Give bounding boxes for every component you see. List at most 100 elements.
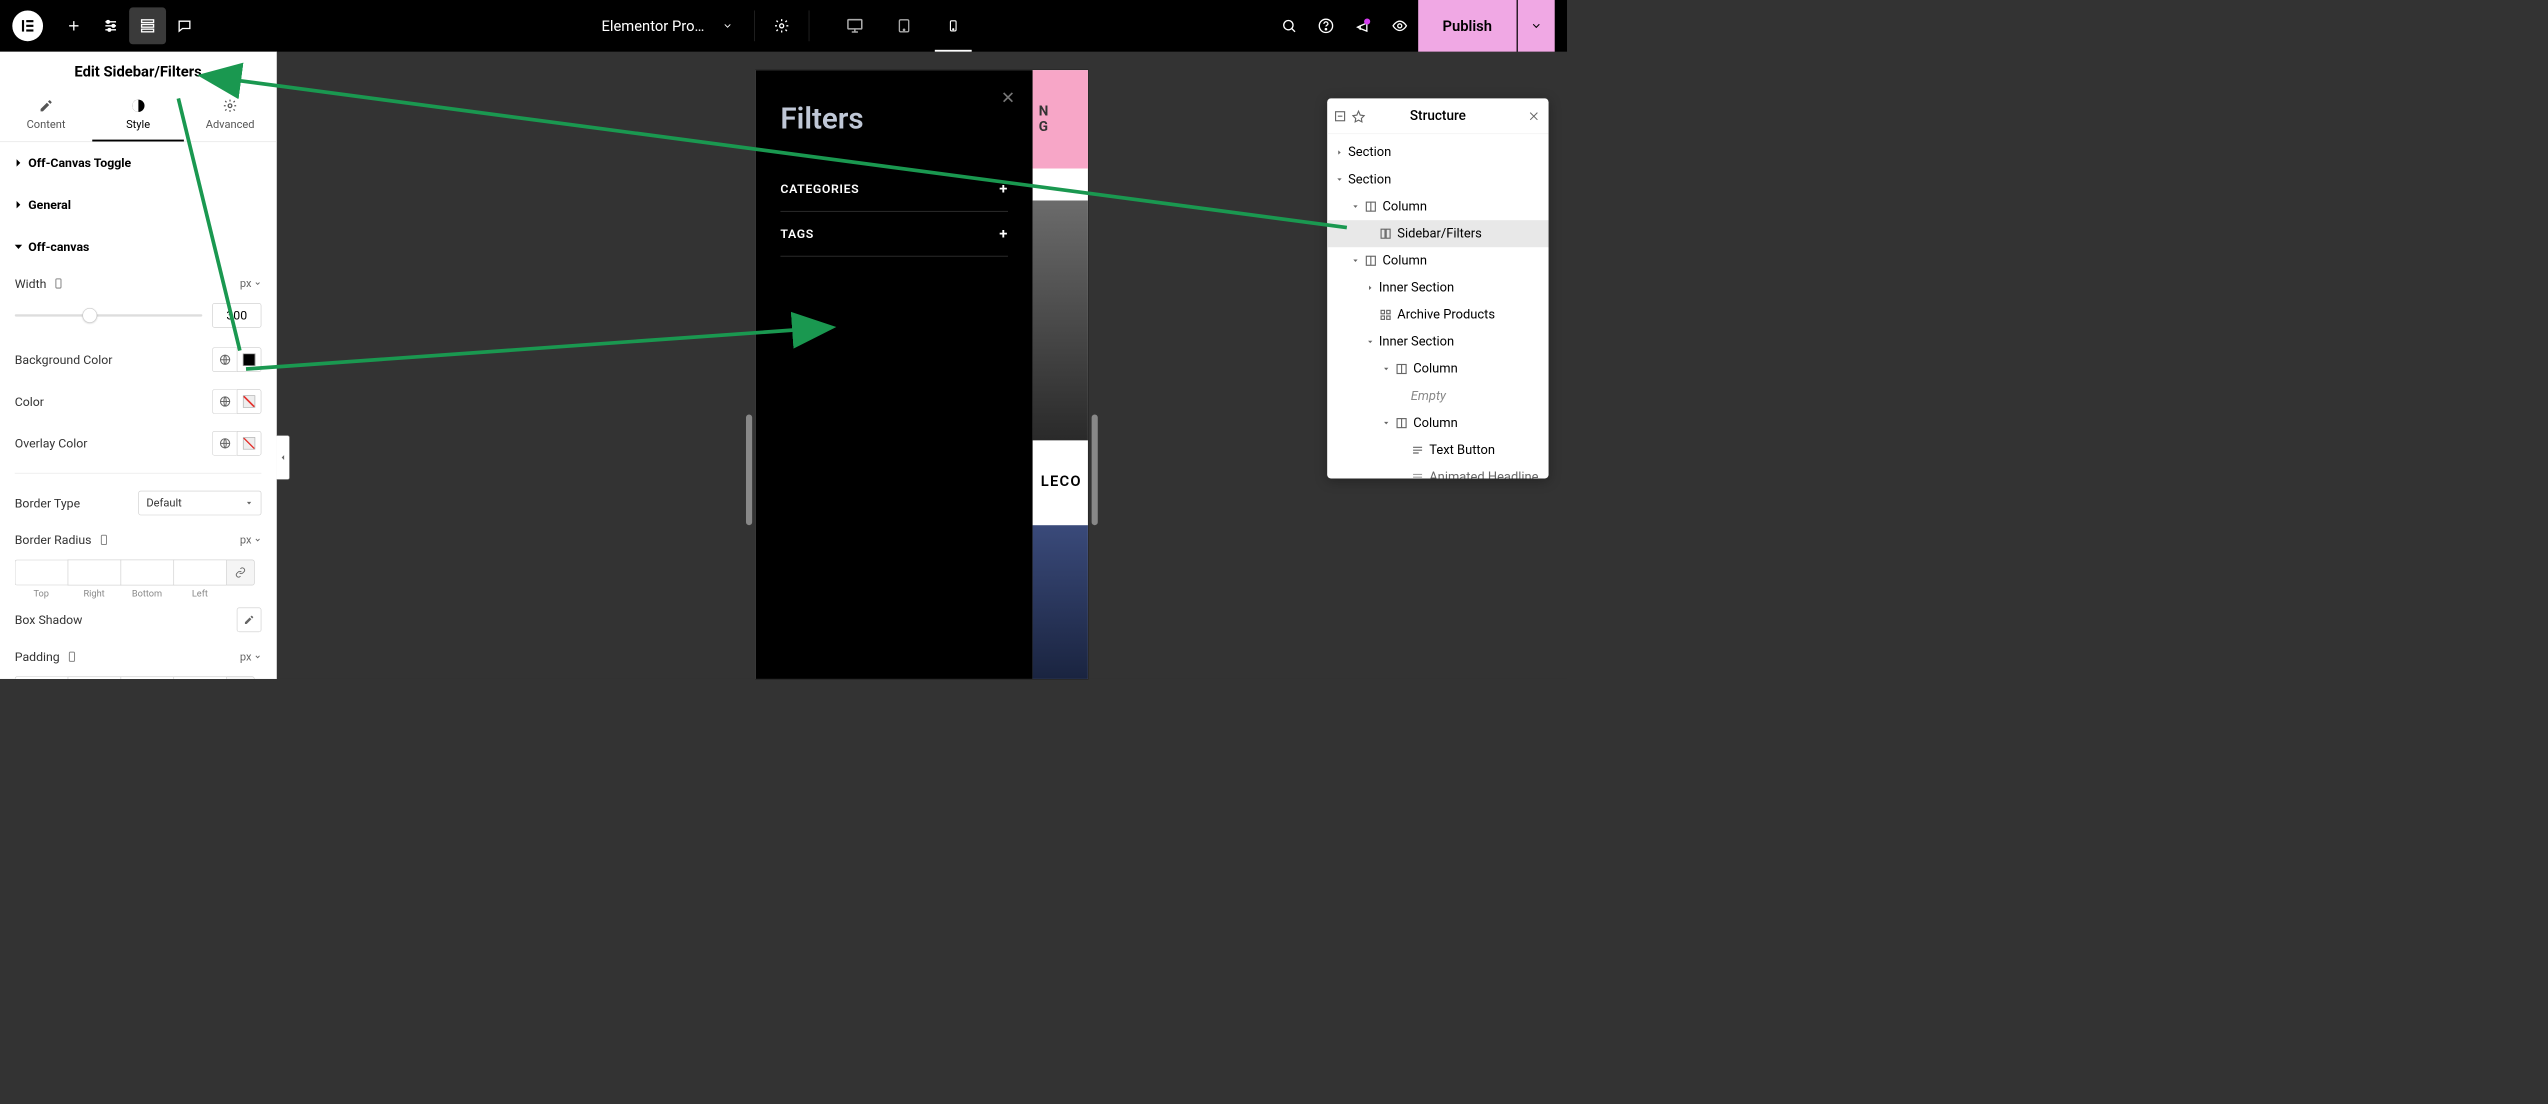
link-values-button[interactable]	[226, 560, 254, 586]
tab-style[interactable]: Style	[92, 89, 184, 142]
product-name: LECO	[1041, 472, 1082, 489]
caret-right-icon	[17, 201, 21, 208]
tree-item[interactable]: Column	[1327, 247, 1548, 274]
tabs-row: Content Style Advanced	[0, 89, 276, 143]
elementor-logo[interactable]	[12, 10, 43, 41]
tab-content[interactable]: Content	[0, 89, 92, 142]
overlay-swatch[interactable]	[237, 431, 262, 456]
whats-new-button[interactable]	[1344, 7, 1381, 44]
scrollbar[interactable]	[1092, 415, 1098, 526]
publish-options-button[interactable]	[1518, 0, 1555, 52]
box-shadow-edit-button[interactable]	[237, 608, 262, 633]
tab-advanced-label: Advanced	[206, 118, 255, 131]
close-button[interactable]	[1528, 110, 1540, 122]
page-settings-button[interactable]	[763, 7, 800, 44]
section-offcanvas-toggle[interactable]: Off-Canvas Toggle	[15, 142, 262, 184]
preview-button[interactable]	[1381, 7, 1418, 44]
padding-left-input[interactable]	[173, 677, 226, 679]
product-image-2	[1033, 525, 1088, 679]
radius-left-input[interactable]	[173, 560, 226, 586]
overlay-label: Overlay Color	[15, 436, 88, 451]
padding-unit-dropdown[interactable]: px	[240, 650, 261, 663]
tree-item[interactable]: Column	[1327, 355, 1548, 382]
site-settings-button[interactable]	[92, 7, 129, 44]
tree-item[interactable]: Empty	[1327, 383, 1548, 410]
tree-item[interactable]: Animated Headline	[1327, 464, 1548, 479]
slider-thumb[interactable]	[82, 308, 97, 323]
editor-panel: Edit Sidebar/Filters Content Style Advan…	[0, 52, 277, 679]
padding-bottom-input[interactable]	[121, 677, 174, 679]
padding-unit-label: px	[240, 650, 252, 663]
publish-button[interactable]: Publish	[1418, 0, 1517, 52]
preview-canvas[interactable]: N G LECO ✕ Filters CATEGORIES + TAGS +	[756, 70, 1088, 679]
filter-tags[interactable]: TAGS +	[780, 212, 1008, 257]
tablet-device-button[interactable]	[879, 0, 928, 52]
padding-linked-inputs	[15, 677, 262, 679]
width-unit-dropdown[interactable]: px	[240, 277, 261, 290]
section-general[interactable]: General	[15, 184, 262, 226]
scrollbar[interactable]	[746, 415, 752, 526]
tree-item[interactable]: Section	[1327, 139, 1548, 166]
radius-unit-dropdown[interactable]: px	[240, 534, 261, 547]
mobile-icon	[53, 277, 65, 289]
finder-search-button[interactable]	[1270, 7, 1307, 44]
filter-categories[interactable]: CATEGORIES +	[780, 167, 1008, 212]
width-input[interactable]	[212, 303, 261, 328]
tree-item[interactable]: Column	[1327, 193, 1548, 220]
document-dropdown[interactable]: Elementor Produ…	[589, 0, 745, 52]
banner-block: N G	[1033, 70, 1088, 168]
top-label: Top	[15, 588, 68, 599]
radius-bottom-input[interactable]	[121, 560, 174, 586]
bgcolor-swatch[interactable]	[237, 347, 262, 372]
section-offcanvas[interactable]: Off-canvas	[15, 226, 262, 268]
color-label: Color	[15, 394, 44, 409]
help-button[interactable]	[1307, 7, 1344, 44]
radius-right-input[interactable]	[68, 560, 121, 586]
chevron-down-icon	[245, 499, 254, 508]
link-values-button[interactable]	[226, 677, 254, 679]
offcanvas-preview: ✕ Filters CATEGORIES + TAGS +	[756, 70, 1033, 679]
divider	[809, 10, 810, 41]
tree-item[interactable]: Inner Section	[1327, 328, 1548, 355]
tree-item[interactable]: Column	[1327, 410, 1548, 437]
tree-item[interactable]: Section	[1327, 166, 1548, 193]
color-swatch[interactable]	[237, 389, 262, 414]
swatch-black-icon	[243, 354, 255, 366]
collapse-all-button[interactable]	[1333, 109, 1347, 123]
document-title: Elementor Produ…	[601, 17, 712, 34]
tree-item[interactable]: Sidebar/Filters	[1327, 220, 1548, 247]
mobile-icon	[66, 651, 78, 663]
tree-item[interactable]: Inner Section	[1327, 274, 1548, 301]
navigator-settings-button[interactable]	[1352, 109, 1366, 123]
panel-title: Edit Sidebar/Filters	[0, 52, 276, 89]
plus-icon: +	[999, 180, 1008, 197]
control-radius-row: Border Radius px	[15, 524, 262, 556]
close-icon[interactable]: ✕	[1001, 87, 1015, 107]
border-type-select[interactable]: Default	[138, 491, 261, 516]
divider-line	[15, 473, 262, 474]
control-border-type-row: Border Type Default	[15, 482, 262, 524]
add-element-button[interactable]	[55, 7, 92, 44]
padding-top-input[interactable]	[15, 677, 68, 679]
tab-style-label: Style	[126, 118, 150, 131]
pencil-icon	[37, 97, 54, 114]
width-slider[interactable]	[15, 314, 203, 316]
structure-button[interactable]	[129, 7, 166, 44]
global-color-button[interactable]	[212, 389, 237, 414]
tree-item[interactable]: Text Button	[1327, 437, 1548, 464]
padding-right-input[interactable]	[68, 677, 121, 679]
bgcolor-label: Background Color	[15, 352, 113, 367]
radius-side-labels: Top Right Bottom Left	[15, 588, 262, 599]
global-color-button[interactable]	[212, 347, 237, 372]
notes-button[interactable]	[166, 7, 203, 44]
border-radius-label: Border Radius	[15, 533, 92, 548]
tree-item[interactable]: Archive Products	[1327, 301, 1548, 328]
desktop-device-button[interactable]	[830, 0, 879, 52]
control-overlay-row: Overlay Color	[15, 423, 262, 465]
tab-advanced[interactable]: Advanced	[184, 89, 276, 142]
radius-top-input[interactable]	[15, 560, 68, 586]
mobile-device-button[interactable]	[929, 0, 978, 52]
global-color-button[interactable]	[212, 431, 237, 456]
structure-panel: Structure SectionSectionColumnSidebar/Fi…	[1327, 98, 1548, 478]
left-label: Left	[173, 588, 226, 599]
